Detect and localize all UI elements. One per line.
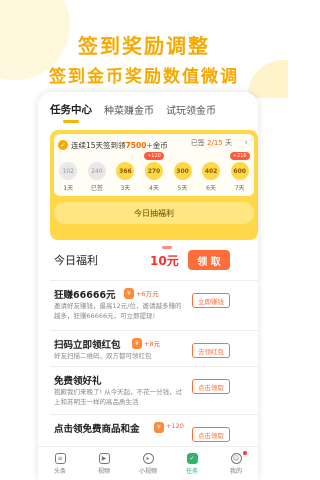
signin-day[interactable]: 402 6天: [200, 154, 222, 194]
profile-icon: ☺: [230, 452, 242, 464]
task-reward: +6万元: [136, 290, 159, 298]
signin-day[interactable]: +120 270 4天: [143, 152, 165, 194]
day-label: 6天: [206, 185, 216, 192]
nav-label: 任务: [185, 467, 198, 475]
coin-icon: 300: [173, 162, 192, 180]
signin-day[interactable]: 240 已签: [86, 154, 108, 194]
coin-icon: 102: [59, 162, 78, 180]
nav-short-video[interactable]: ▸ 小视频: [128, 447, 168, 480]
bottom-nav: ≡ 头条 ▶ 视频 ▸ 小视频 ✓ 任务 ☺ 我的: [38, 446, 258, 480]
claim-gift-button[interactable]: 点击领取: [192, 379, 230, 394]
claim-goods-button[interactable]: 点击领取: [192, 427, 230, 442]
task-item: 点击领免费商品和金 ¥ +120 点击领取: [50, 414, 258, 446]
day-label: 1天: [63, 185, 74, 192]
signin-card: ✓ 连续15天签到领 7500+ 金币 已签 2/15 天 › 102 1天 2…: [50, 130, 258, 240]
task-item: 免费领好礼 抱歉我们来晚了! 从今天起，不花一分钱，过上和苏明玉一样的高品质生活…: [50, 366, 258, 414]
decor-mark: [162, 246, 172, 249]
task-title: 免费领好礼: [54, 376, 102, 387]
coin-icon: 270: [144, 162, 163, 180]
nav-label: 视频: [97, 467, 110, 475]
day-label: 7天: [234, 185, 245, 192]
nav-video[interactable]: ▶ 视频: [84, 447, 124, 480]
hero-title: 签到奖励调整: [78, 34, 210, 58]
task-title: 狂赚66666元: [54, 290, 116, 301]
signed-days[interactable]: 已签 2/15 天: [191, 138, 232, 148]
tab-trial-games[interactable]: 试玩领金币: [166, 102, 216, 117]
signin-days: 102 1天 240 已签 366 3天 +120 270 4天 300 5天 …: [54, 152, 254, 194]
signin-suffix: 金币: [152, 140, 168, 150]
signin-prefix: 连续15天签到领: [71, 140, 126, 150]
nav-task[interactable]: ✓ 任务: [172, 447, 212, 480]
signin-day[interactable]: 366 3天: [114, 154, 136, 194]
signin-coins: 7500+: [125, 140, 153, 150]
task-icon: ✓: [186, 452, 198, 464]
yuan-icon: ¥: [154, 422, 164, 433]
nav-news[interactable]: ≡ 头条: [40, 447, 80, 480]
day-label: 3天: [120, 185, 131, 192]
task-desc: 抱歉我们来晚了! 从今天起，不花一分钱，过上和苏明玉一样的高品质生活: [54, 388, 183, 406]
task-desc: 好友扫描二维码，双方都可领红包: [54, 352, 152, 360]
yuan-icon: ¥: [124, 288, 134, 299]
task-reward: +120: [166, 422, 184, 430]
hero-subtitle: 签到金币奖励数值微调: [49, 67, 239, 87]
welfare-title: 今日福利: [54, 254, 98, 267]
day-label: 4天: [149, 185, 159, 192]
signin-header: ✓ 连续15天签到领 7500+ 金币 已签 2/15 天 ›: [58, 138, 254, 152]
coin-icon: 600: [230, 162, 249, 180]
claim-button[interactable]: 领 取: [188, 250, 230, 270]
nav-label: 我的: [229, 467, 242, 475]
chevron-right-icon[interactable]: ›: [244, 138, 248, 148]
signed-unit: 天: [225, 139, 232, 147]
signin-day[interactable]: 102 1天: [57, 154, 79, 194]
video-icon: ▶: [98, 452, 110, 464]
get-red-packet-button[interactable]: 去领红包: [192, 343, 230, 358]
bonus-badge: +216: [229, 152, 250, 160]
check-icon: ✓: [58, 140, 68, 150]
phone-screen: 任务中心 种菜赚金币 试玩领金币 ✓ 连续15天签到领 7500+ 金币 已签 …: [38, 92, 258, 480]
task-desc: 邀请好友赚钱，最高12元/位，邀请越多赚的越多，狂赚66666元，可立即提现!: [54, 302, 182, 320]
yuan-icon: ¥: [132, 338, 142, 349]
signed-ratio: 2/15: [207, 139, 223, 147]
task-title: 点击领免费商品和金: [54, 424, 140, 435]
signin-day[interactable]: +216 600 7天: [229, 152, 251, 194]
notification-dot: [243, 451, 247, 455]
nav-label: 小视频: [138, 467, 157, 475]
signed-label: 已签: [190, 139, 205, 147]
news-icon: ≡: [54, 452, 66, 464]
welfare-amount: 10元: [150, 253, 179, 268]
signin-day[interactable]: 300 5天: [172, 154, 194, 194]
hero-banner: 签到奖励调整 签到金币奖励数值微调: [0, 0, 288, 98]
bonus-badge: +120: [144, 152, 164, 160]
nav-profile[interactable]: ☺ 我的: [216, 447, 256, 480]
coin-icon: 402: [202, 162, 221, 180]
coin-icon: 366: [116, 162, 135, 180]
task-title: 扫码立即领红包: [54, 340, 121, 351]
daily-lottery-button[interactable]: 今日抽福利: [54, 202, 254, 224]
signin-panel: ✓ 连续15天签到领 7500+ 金币 已签 2/15 天 › 102 1天 2…: [54, 134, 254, 196]
day-label: 5天: [177, 185, 188, 192]
tab-task-center[interactable]: 任务中心: [50, 102, 92, 123]
task-reward: +8元: [144, 340, 161, 348]
coin-icon: 240: [87, 162, 106, 180]
today-welfare: 今日福利 10元 领 取: [50, 242, 258, 278]
task-item: 扫码立即领红包 ¥ +8元 好友扫描二维码，双方都可领红包 去领红包: [50, 330, 258, 366]
day-label: 已签: [90, 185, 103, 192]
tab-grow-vegetables[interactable]: 种菜赚金币: [104, 102, 154, 117]
nav-label: 头条: [53, 467, 66, 475]
task-item: 狂赚66666元 ¥ +6万元 邀请好友赚钱，最高12元/位，邀请越多赚的越多，…: [50, 280, 258, 330]
short-video-icon: ▸: [142, 452, 154, 464]
top-tabs: 任务中心 种菜赚金币 试玩领金币: [38, 92, 258, 126]
earn-now-button[interactable]: 立即赚钱: [192, 293, 230, 308]
